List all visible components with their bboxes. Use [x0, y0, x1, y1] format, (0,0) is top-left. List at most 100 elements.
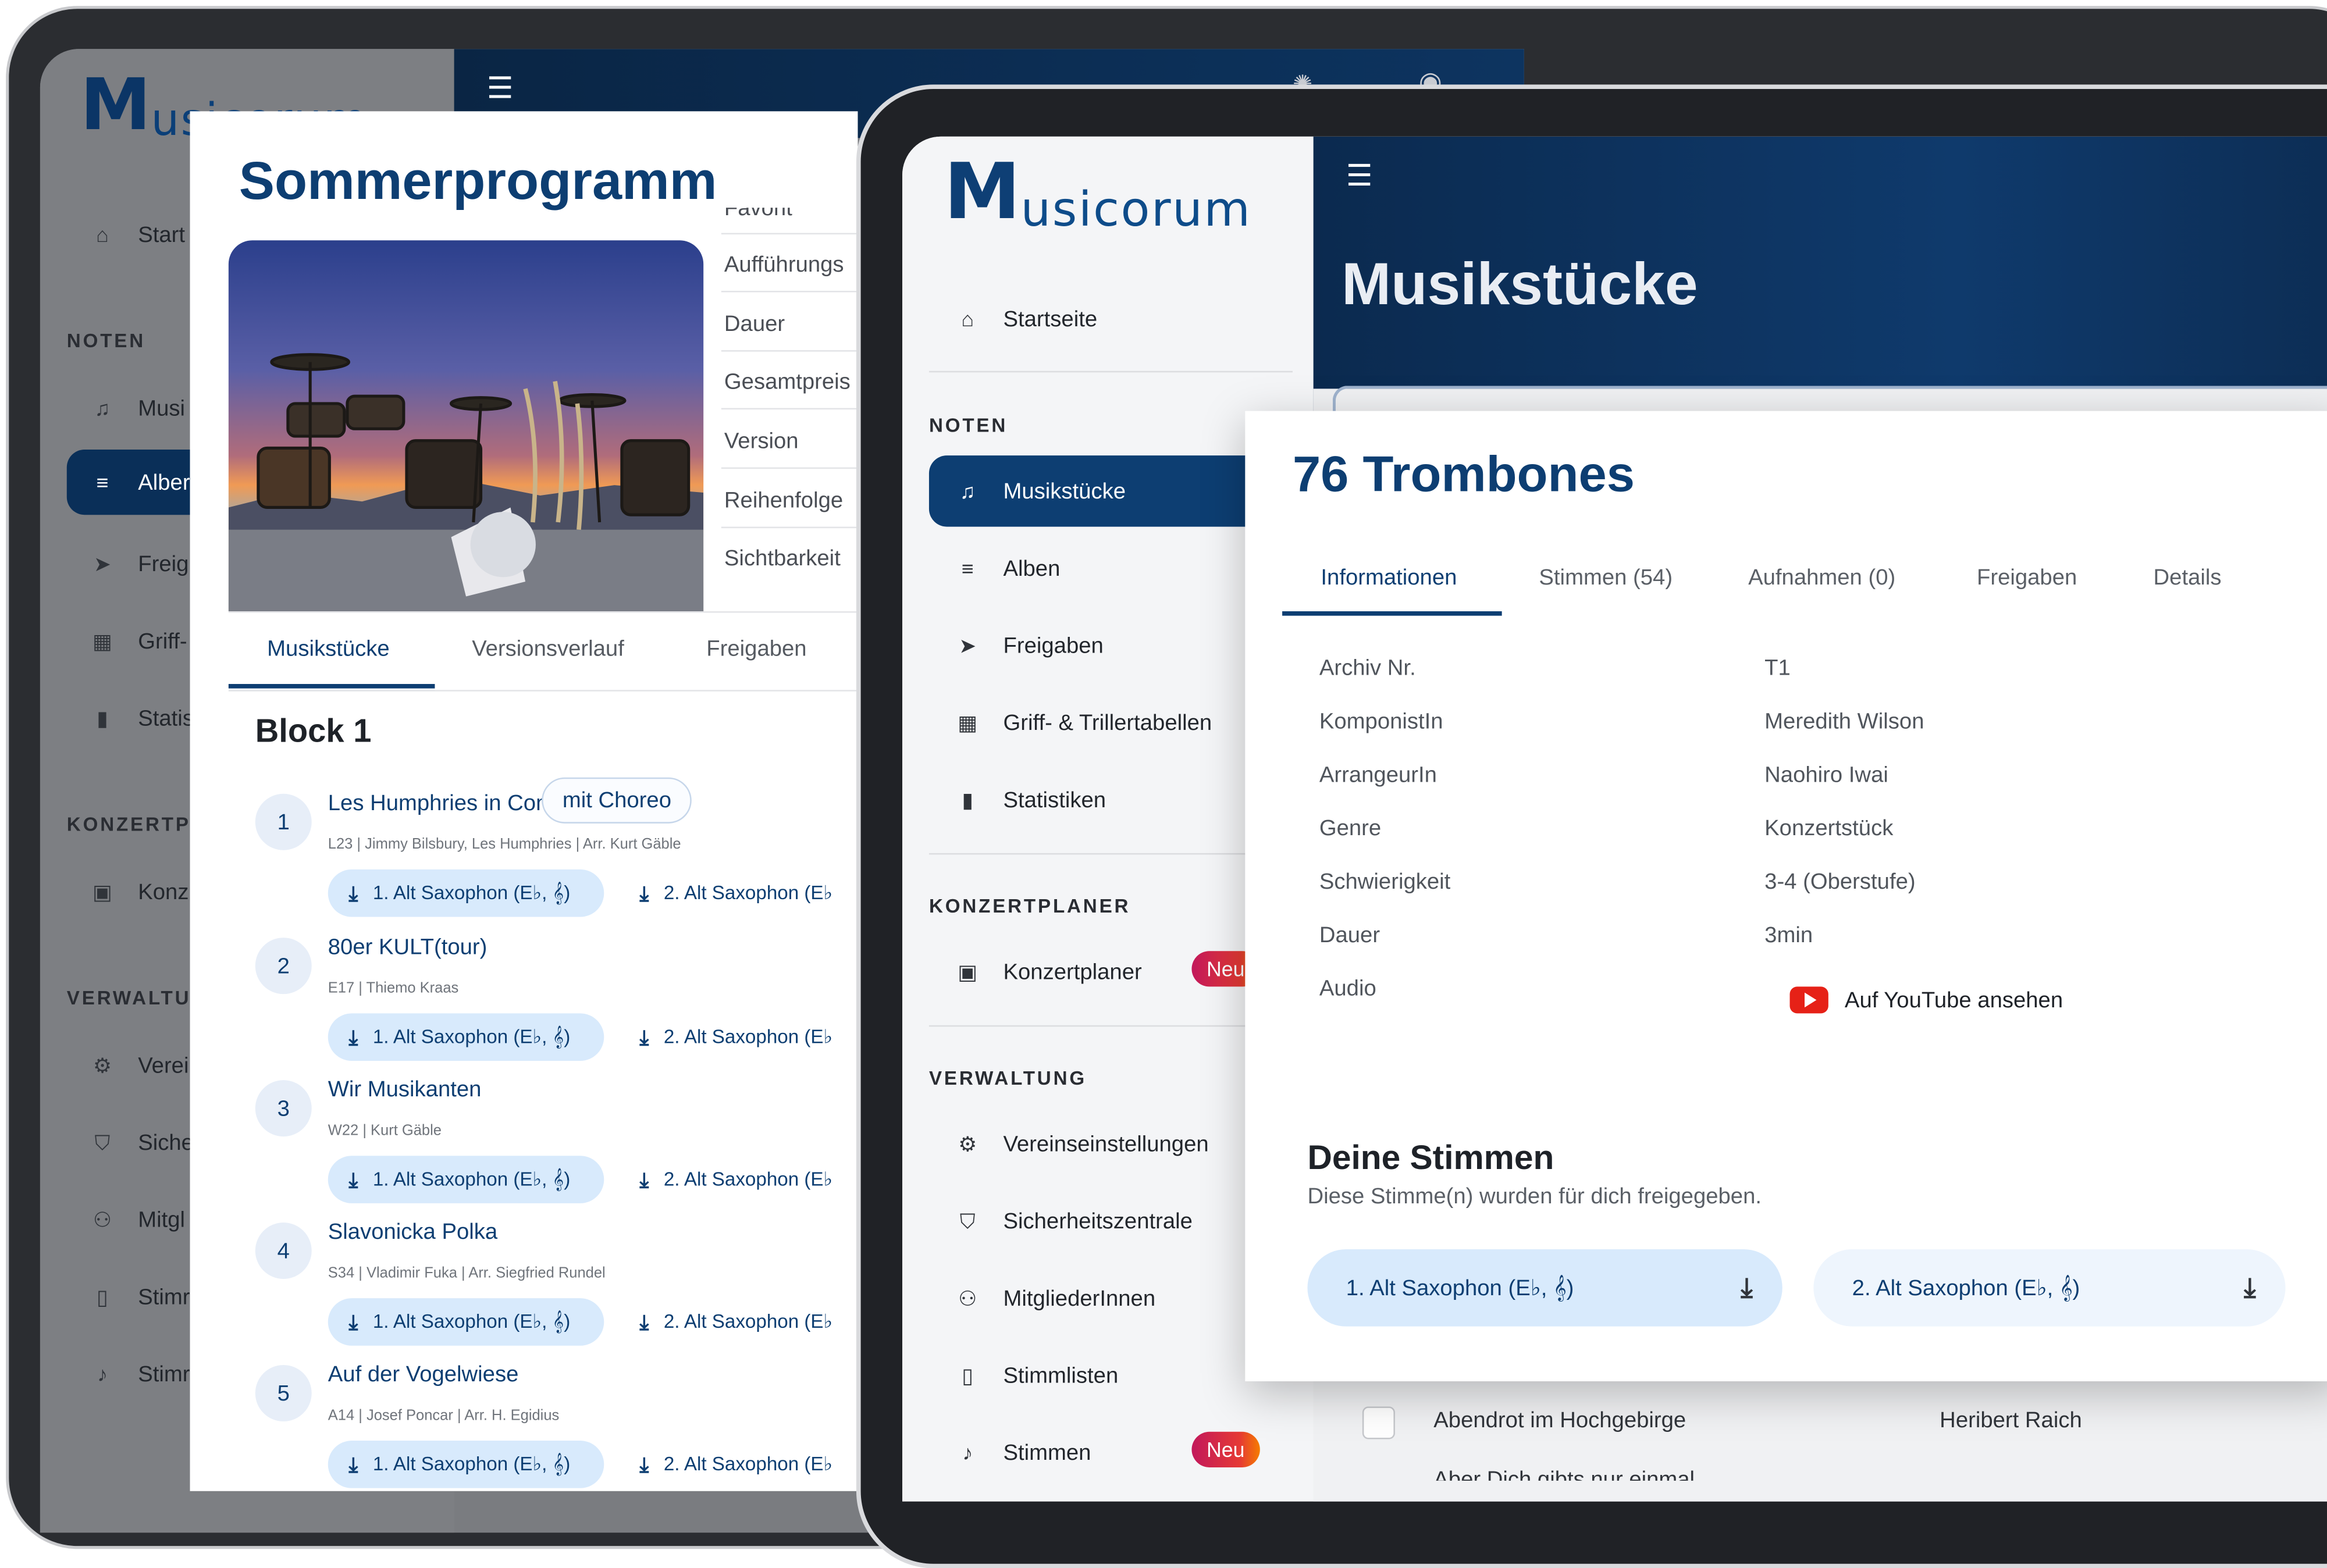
download-icon: ⤓: [348, 1452, 358, 1476]
users-icon: ⚇: [958, 1285, 977, 1310]
download-icon: ⤓: [639, 881, 649, 904]
nav-konzertplaner[interactable]: ▣ Konzertplaner: [953, 939, 1141, 1004]
song-title[interactable]: Wir Musikanten: [328, 1077, 482, 1102]
download-icon: ⤓: [639, 1024, 649, 1049]
list-row-composer: Heribert Raich: [1940, 1407, 2082, 1434]
table-icon: ▦: [958, 710, 978, 734]
section-konzertplaner: KONZERTPLANER: [928, 895, 1131, 917]
song-item[interactable]: 2 80er KULT(tour) E17 | Thiemo Kraas ⤓ 1.…: [255, 930, 858, 1072]
download-voice-1-button[interactable]: ⤓ 1. Alt Saxophon (E♭, 𝄞): [328, 1013, 604, 1061]
info-label: Archiv Nr.: [1319, 655, 1416, 681]
download-voice-1-button[interactable]: ⤓ 1. Alt Saxophon (E♭, 𝄞): [328, 1441, 604, 1488]
tab-details[interactable]: Details: [2154, 565, 2222, 590]
download-icon: ⤓: [348, 881, 358, 904]
page-title: Musikstücke: [1342, 252, 1698, 318]
back-nav-statistiken[interactable]: ▮ Statis: [88, 686, 194, 751]
program-tabs: Musikstücke Versionsverlauf Freigaben: [228, 611, 858, 692]
shield-icon: ⛉: [94, 1129, 111, 1154]
download-icon: ⤓: [639, 1167, 649, 1191]
program-photo: [228, 240, 704, 612]
row-checkbox[interactable]: [1362, 1406, 1395, 1439]
nav-startseite[interactable]: ⌂ Startseite: [953, 286, 1097, 351]
download-icon: ⤓: [1741, 1272, 1753, 1302]
info-value: T1: [1764, 655, 1791, 681]
modal-title: 76 Trombones: [1292, 446, 1635, 503]
voice-1-download-button[interactable]: 1. Alt Saxophon (E♭, 𝄞) ⤓: [1307, 1249, 1782, 1327]
info-value: 3min: [1764, 922, 1813, 949]
back-nav-mitglieder[interactable]: ⚇ Mitgl: [88, 1187, 185, 1252]
voice-2-download-button[interactable]: 2. Alt Saxophon (E♭, 𝄞) ⤓: [1813, 1249, 2286, 1327]
song-number: 4: [255, 1223, 312, 1279]
nav-statistiken[interactable]: ▮ Statistiken: [953, 767, 1106, 832]
nav-stimmlisten[interactable]: ▯ Stimmlisten: [953, 1343, 1118, 1408]
youtube-icon: [1789, 986, 1828, 1014]
file-music-icon: ▯: [962, 1363, 974, 1387]
back-nav-konzertplaner[interactable]: ▣ Konz: [88, 859, 188, 924]
nav-alben[interactable]: ≡ Alben: [953, 536, 1061, 601]
tab-informationen[interactable]: Informationen: [1321, 565, 1457, 590]
list-row-title[interactable]: Abendrot im Hochgebirge: [1433, 1408, 1686, 1433]
nav-vereinseinstellungen[interactable]: ⚙ Vereinseinstellungen: [953, 1111, 1208, 1177]
song-item[interactable]: 5 Auf der Vogelwiese A14 | Josef Poncar …: [255, 1357, 858, 1491]
back-nav-stimmen[interactable]: ♪ Stimr: [88, 1341, 190, 1406]
info-value: Meredith Wilson: [1764, 709, 1924, 735]
song-title[interactable]: Auf der Vogelwiese: [328, 1362, 519, 1387]
music-note-icon: ♫: [94, 396, 111, 420]
nav-freigaben[interactable]: ➤ Freigaben: [953, 613, 1104, 678]
program-modal: Sommerprogramm Favorit Aufführungs Dauer…: [190, 111, 858, 1491]
nav-mitgliederinnen[interactable]: ⚇ MitgliederInnen: [953, 1266, 1155, 1331]
front-logo: M usicorum: [944, 148, 1252, 238]
tab-musikstuecke[interactable]: Musikstücke: [267, 636, 390, 661]
youtube-link[interactable]: Auf YouTube ansehen: [1789, 986, 2063, 1014]
info-value: Konzertstück: [1764, 816, 1894, 842]
download-voice-2-button[interactable]: ⤓ 2. Alt Saxophon (E♭: [618, 1013, 858, 1061]
chart-icon: ▮: [97, 705, 108, 729]
song-item[interactable]: 3 Wir Musikanten W22 | Kurt Gäble ⤓ 1. Al…: [255, 1072, 858, 1215]
gear-icon: ⚙: [958, 1131, 977, 1155]
info-label: Genre: [1319, 816, 1382, 842]
table-icon: ▦: [92, 628, 112, 653]
download-voice-2-button[interactable]: ⤓ 2. Alt Saxophon (E♭: [618, 1298, 858, 1346]
nav-stimmen[interactable]: ♪ Stimmen: [953, 1420, 1091, 1485]
back-nav-verein[interactable]: ⚙ Verei: [88, 1033, 189, 1098]
nav-griff-trillertabellen[interactable]: ▦ Griff- & Trillertabellen: [953, 690, 1212, 755]
song-item[interactable]: 4 Slavonicka Polka S34 | Vladimir Fuka |…: [255, 1215, 858, 1357]
song-number: 5: [255, 1364, 312, 1421]
note-icon: ♪: [962, 1441, 973, 1464]
download-voice-2-button[interactable]: ⤓ 2. Alt Saxophon (E♭: [618, 869, 858, 917]
tab-versionsverlauf[interactable]: Versionsverlauf: [472, 636, 624, 661]
song-number: 2: [255, 938, 312, 995]
info-label: ArrangeurIn: [1319, 762, 1437, 788]
download-icon: ⤓: [2244, 1272, 2256, 1302]
back-nav-start[interactable]: ⌂ Start: [88, 202, 185, 267]
nav-sicherheitszentrale[interactable]: ⛉ Sicherheitszentrale: [953, 1188, 1193, 1253]
download-voice-2-button[interactable]: ⤓ 2. Alt Saxophon (E♭: [618, 1441, 858, 1488]
back-nav-freigaben[interactable]: ➤ Freig: [88, 531, 188, 596]
song-title[interactable]: Slavonicka Polka: [328, 1220, 497, 1245]
gear-icon: ⚙: [92, 1052, 112, 1077]
download-voice-1-button[interactable]: ⤓ 1. Alt Saxophon (E♭, 𝄞): [328, 869, 604, 917]
song-number: 3: [255, 1080, 312, 1137]
download-icon: ⤓: [348, 1309, 358, 1334]
tab-freigaben[interactable]: Freigaben: [706, 636, 806, 661]
download-voice-1-button[interactable]: ⤓ 1. Alt Saxophon (E♭, 𝄞): [328, 1156, 604, 1203]
tab-aufnahmen[interactable]: Aufnahmen (0): [1748, 565, 1895, 590]
voices-subtitle: Diese Stimme(n) wurden für dich freigege…: [1307, 1184, 1762, 1210]
song-meta: E17 | Thiemo Kraas: [328, 981, 459, 997]
download-icon: ⤓: [348, 1024, 358, 1049]
song-item[interactable]: 1 Les Humphries in Concert mit Choreo L2…: [255, 777, 858, 929]
menu-icon[interactable]: ☰: [1346, 157, 1373, 194]
download-voice-1-button[interactable]: ⤓ 1. Alt Saxophon (E♭, 𝄞): [328, 1298, 604, 1346]
piece-detail-modal: 76 Trombones Informationen Stimmen (54) …: [1245, 411, 2327, 1382]
song-title[interactable]: 80er KULT(tour): [328, 935, 488, 960]
back-nav-stimmlisten[interactable]: ▯ Stimr: [88, 1264, 190, 1329]
back-nav-griff[interactable]: ▦ Griff-: [88, 608, 187, 673]
download-icon: ⤓: [639, 1452, 649, 1476]
song-meta: L23 | Jimmy Bilsbury, Les Humphries | Ar…: [328, 836, 681, 853]
tab-stimmen[interactable]: Stimmen (54): [1539, 565, 1673, 590]
download-voice-2-button[interactable]: ⤓ 2. Alt Saxophon (E♭: [618, 1156, 858, 1203]
tab-freigaben[interactable]: Freigaben: [1977, 565, 2077, 590]
back-nav-musik[interactable]: ♫ Musi: [88, 375, 185, 440]
back-nav-sicherheit[interactable]: ⛉ Siche: [88, 1110, 194, 1175]
menu-icon[interactable]: ☰: [487, 70, 514, 107]
